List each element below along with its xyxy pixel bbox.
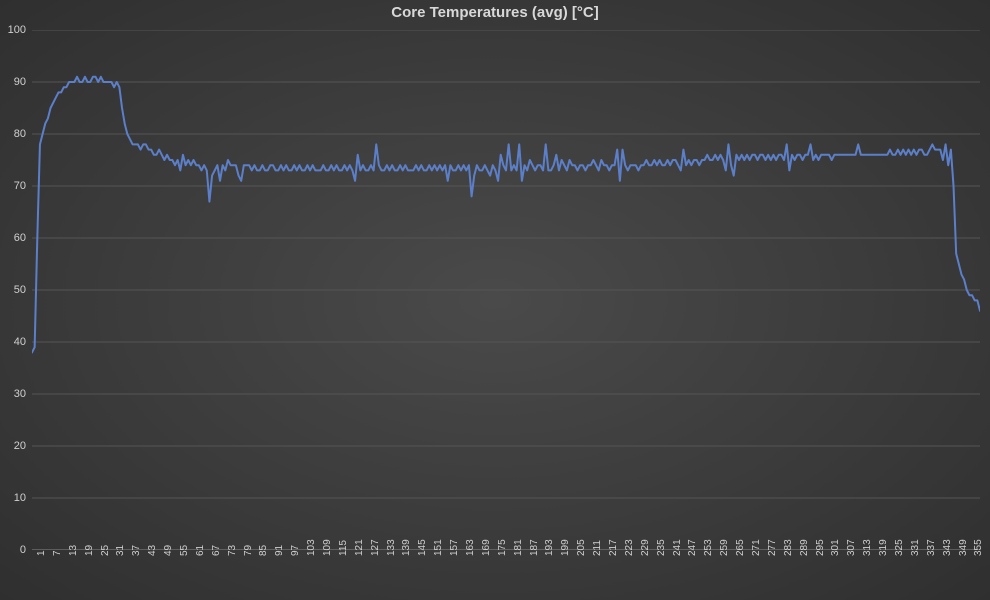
x-tick-label: 127: [370, 539, 381, 556]
x-tick-label: 169: [481, 539, 492, 556]
x-tick-label: 301: [830, 539, 841, 556]
y-tick-label: 100: [0, 24, 26, 36]
x-tick-label: 139: [401, 539, 412, 556]
x-tick-label: 115: [338, 540, 349, 556]
x-tick-label: 133: [386, 539, 397, 556]
x-tick-label: 265: [735, 539, 746, 556]
x-tick-label: 229: [640, 539, 651, 556]
x-tick-label: 163: [465, 539, 476, 556]
x-tick-label: 319: [878, 539, 889, 556]
x-tick-label: 13: [68, 545, 79, 556]
x-tick-label: 31: [115, 545, 126, 556]
y-tick-label: 80: [0, 128, 26, 140]
x-tick-label: 121: [354, 539, 365, 556]
x-tick-label: 235: [656, 539, 667, 556]
x-tick-label: 241: [672, 539, 683, 556]
x-axis: 1713192531374349556167737985919710310911…: [32, 552, 980, 600]
x-tick-label: 151: [433, 539, 444, 556]
x-tick-label: 55: [179, 545, 190, 556]
x-tick-label: 103: [306, 539, 317, 556]
x-tick-label: 355: [973, 539, 984, 556]
x-tick-label: 181: [513, 539, 524, 556]
y-tick-label: 30: [0, 388, 26, 400]
x-tick-label: 193: [544, 539, 555, 556]
x-tick-label: 145: [417, 539, 428, 556]
y-tick-label: 70: [0, 180, 26, 192]
x-tick-label: 97: [290, 545, 301, 556]
x-tick-label: 307: [846, 539, 857, 556]
plot-area: [32, 30, 980, 550]
chart-title: Core Temperatures (avg) [°C]: [0, 4, 990, 21]
y-axis: 0102030405060708090100: [0, 30, 30, 550]
x-tick-label: 253: [703, 539, 714, 556]
x-tick-label: 49: [163, 545, 174, 556]
y-tick-label: 20: [0, 440, 26, 452]
x-tick-label: 91: [274, 545, 285, 556]
x-tick-label: 157: [449, 539, 460, 556]
chart-container: Core Temperatures (avg) [°C] 0 10 20 30 40 50…: [0, 0, 990, 600]
x-tick-label: 175: [497, 539, 508, 556]
x-tick-label: 283: [783, 539, 794, 556]
x-tick-label: 1: [36, 550, 47, 556]
x-tick-label: 325: [894, 539, 905, 556]
x-tick-label: 25: [100, 545, 111, 556]
y-tick-label: 40: [0, 336, 26, 348]
y-tick-label: 0: [0, 544, 26, 556]
x-tick-label: 7: [52, 550, 63, 556]
x-tick-label: 259: [719, 539, 730, 556]
x-tick-label: 313: [862, 539, 873, 556]
y-tick-label: 50: [0, 284, 26, 296]
x-tick-label: 67: [211, 545, 222, 556]
x-tick-label: 85: [258, 545, 269, 556]
x-tick-label: 217: [608, 539, 619, 556]
x-tick-label: 289: [799, 539, 810, 556]
x-tick-label: 331: [910, 539, 921, 556]
x-tick-label: 187: [529, 539, 540, 556]
x-tick-label: 337: [926, 539, 937, 556]
x-tick-label: 295: [815, 539, 826, 556]
x-tick-label: 199: [560, 539, 571, 556]
x-tick-label: 271: [751, 539, 762, 556]
x-tick-label: 19: [84, 545, 95, 556]
x-tick-label: 61: [195, 545, 206, 556]
x-tick-label: 79: [243, 545, 254, 556]
x-tick-label: 211: [592, 540, 603, 556]
line-plot: [32, 30, 980, 550]
x-tick-label: 247: [687, 539, 698, 556]
x-tick-label: 277: [767, 539, 778, 556]
x-tick-label: 43: [147, 545, 158, 556]
x-tick-label: 37: [131, 545, 142, 556]
y-tick-label: 90: [0, 76, 26, 88]
series-line: [32, 77, 980, 353]
y-tick-label: 10: [0, 492, 26, 504]
x-tick-label: 73: [227, 545, 238, 556]
x-tick-label: 205: [576, 539, 587, 556]
y-tick-label: 60: [0, 232, 26, 244]
x-tick-label: 109: [322, 539, 333, 556]
x-tick-label: 349: [958, 539, 969, 556]
x-tick-label: 223: [624, 539, 635, 556]
x-tick-label: 343: [942, 539, 953, 556]
